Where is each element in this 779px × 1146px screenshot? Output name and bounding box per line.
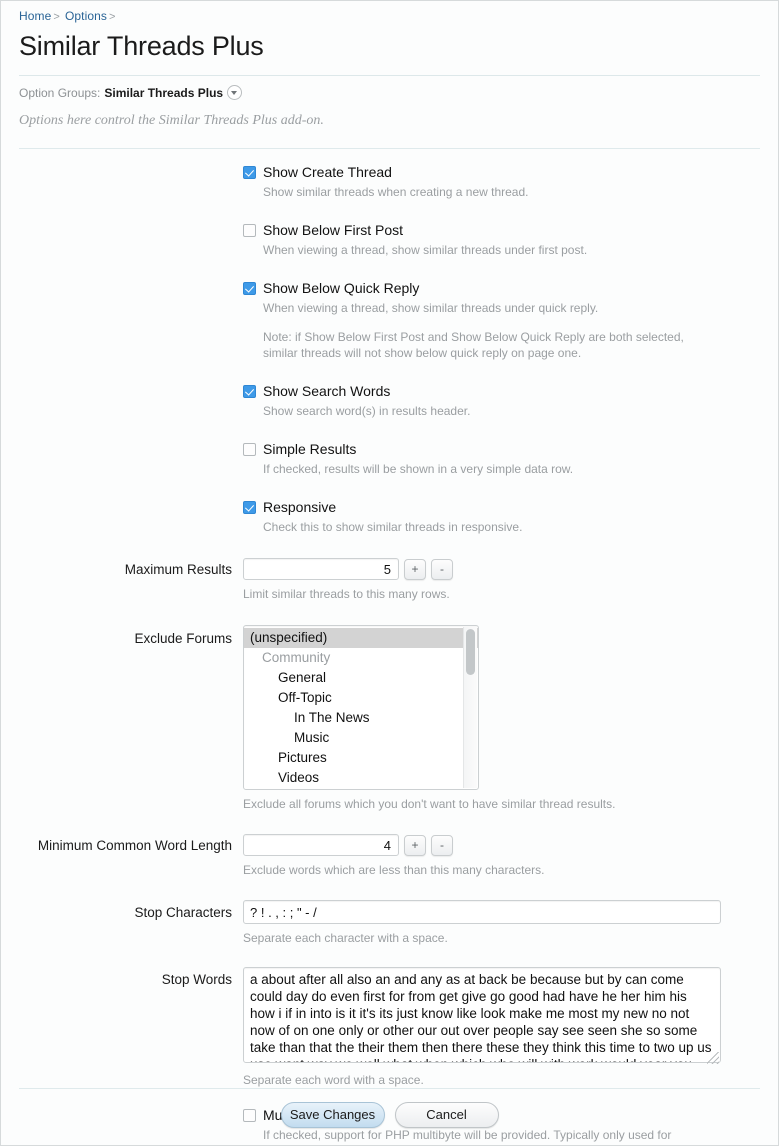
checkbox-show-below-quick-reply[interactable]: Show Below Quick Reply [243,281,778,296]
label-minimum-common-word-length: Minimum Common Word Length [37,838,232,853]
checkbox-icon-checked[interactable] [243,385,256,398]
exclude-forums-listbox[interactable]: (unspecified) Community General Off-Topic In… [243,625,479,790]
page-title: Similar Threads Plus [19,31,264,61]
page-description: Options here control the Similar Threads… [19,113,324,128]
checkbox-hint: If checked, results will be shown in a v… [263,462,574,476]
option-groups-label: Option Groups: [19,85,101,100]
checkbox-label: Show Below Quick Reply [263,280,420,296]
stop-characters-input[interactable] [243,900,721,924]
checkbox-label: Simple Results [263,441,357,457]
stop-words-textarea[interactable] [243,967,721,1063]
option-row-show-search-words: Show Search Words Show search word(s) in… [1,384,778,419]
option-row-show-create-thread: Show Create Thread Show similar threads … [1,165,778,200]
checkbox-icon-checked[interactable] [243,166,256,179]
exclude-forums-option[interactable]: Videos [244,768,478,788]
maximum-results-stepper: + - [243,558,778,580]
checkbox-show-create-thread[interactable]: Show Create Thread [243,165,778,180]
exclude-forums-scrollbar-thumb[interactable] [466,629,475,675]
maximum-results-input[interactable] [243,558,399,580]
checkbox-hint: Show similar threads when creating a new… [263,185,529,199]
label-stop-characters: Stop Characters [134,905,232,920]
exclude-forums-option[interactable]: In The News [244,708,478,728]
minimum-common-word-length-stepper: + - [243,834,778,856]
chevron-down-icon[interactable] [227,85,243,100]
checkbox-icon-unchecked[interactable] [243,224,256,237]
exclude-forums-option[interactable]: Dirt Riders [244,788,478,789]
option-row-minimum-common-word-length: Minimum Common Word Length + - Exclude w… [1,834,778,878]
exclude-forums-option[interactable]: Music [244,728,478,748]
label-exclude-forums: Exclude Forums [134,631,232,646]
option-row-stop-words: Stop Words Separate each word with a spa… [1,967,778,1088]
option-groups-value[interactable]: Similar Threads Plus [104,86,223,100]
breadcrumb: Home > Options > [1,1,778,23]
maximum-results-decrement-button[interactable]: - [431,558,453,580]
checkbox-hint: If checked, support for PHP multibyte wi… [263,1128,672,1145]
checkbox-label: Show Search Words [263,383,391,399]
exclude-forums-hint: Exclude all forums which you don't want … [243,797,616,811]
checkbox-label: Show Create Thread [263,164,392,180]
breadcrumb-item-options[interactable]: Options [65,9,107,23]
exclude-forums-option[interactable]: Community [244,648,478,668]
checkbox-note: Note: if Show Below First Post and Show … [263,330,684,360]
option-row-show-below-first-post: Show Below First Post When viewing a thr… [1,223,778,258]
cancel-button[interactable]: Cancel [394,1102,499,1128]
exclude-forums-option[interactable]: (unspecified) [244,628,478,648]
checkbox-responsive[interactable]: Responsive [243,500,778,515]
minimum-common-word-length-hint: Exclude words which are less than this m… [243,863,545,877]
option-row-stop-characters: Stop Characters Separate each character … [1,900,778,946]
breadcrumb-item-home[interactable]: Home [19,9,51,23]
breadcrumb-separator: > [109,11,116,23]
exclude-forums-option[interactable]: Pictures [244,748,478,768]
maximum-results-increment-button[interactable]: + [404,558,426,580]
checkbox-hint: When viewing a thread, show similar thre… [263,301,599,315]
option-groups-row: Option Groups: Similar Threads Plus [19,85,778,100]
checkbox-hint: Show search word(s) in results header. [263,404,471,418]
checkbox-show-below-first-post[interactable]: Show Below First Post [243,223,778,238]
option-row-show-below-quick-reply: Show Below Quick Reply When viewing a th… [1,281,778,361]
option-row-maximum-results: Maximum Results + - Limit similar thread… [1,558,778,602]
minimum-common-word-length-input[interactable] [243,834,399,856]
checkbox-icon-checked[interactable] [243,501,256,514]
checkbox-hint: Check this to show similar threads in re… [263,520,523,534]
footer-divider [19,1088,760,1089]
option-row-exclude-forums: Exclude Forums (unspecified) Community Gen… [1,625,778,812]
checkbox-label: Responsive [263,499,337,515]
stop-words-hint: Separate each word with a space. [243,1073,424,1087]
exclude-forums-option[interactable]: Off-Topic [244,688,478,708]
option-row-responsive: Responsive Check this to show similar th… [1,500,778,535]
form-actions: Save Changes Cancel [1,1102,778,1128]
checkbox-label: Show Below First Post [263,222,404,238]
label-stop-words: Stop Words [161,972,232,987]
stop-characters-hint: Separate each character with a space. [243,931,448,945]
breadcrumb-separator: > [53,11,60,23]
checkbox-simple-results[interactable]: Simple Results [243,442,778,457]
label-maximum-results: Maximum Results [124,562,232,577]
exclude-forums-option[interactable]: General [244,668,478,688]
section-divider [19,148,760,149]
exclude-forums-scrollbar[interactable] [463,627,477,788]
title-divider [19,75,760,76]
minimum-common-word-length-decrement-button[interactable]: - [431,834,453,856]
options-form: Show Create Thread Show similar threads … [1,165,778,1145]
checkbox-hint: When viewing a thread, show similar thre… [263,243,588,257]
option-row-simple-results: Simple Results If checked, results will … [1,442,778,477]
maximum-results-hint: Limit similar threads to this many rows. [243,587,450,601]
checkbox-show-search-words[interactable]: Show Search Words [243,384,778,399]
checkbox-icon-unchecked[interactable] [243,443,256,456]
save-changes-button[interactable]: Save Changes [280,1102,385,1128]
minimum-common-word-length-increment-button[interactable]: + [404,834,426,856]
checkbox-icon-checked[interactable] [243,282,256,295]
admin-options-page: Home > Options > Similar Threads Plus Optio… [0,0,779,1146]
